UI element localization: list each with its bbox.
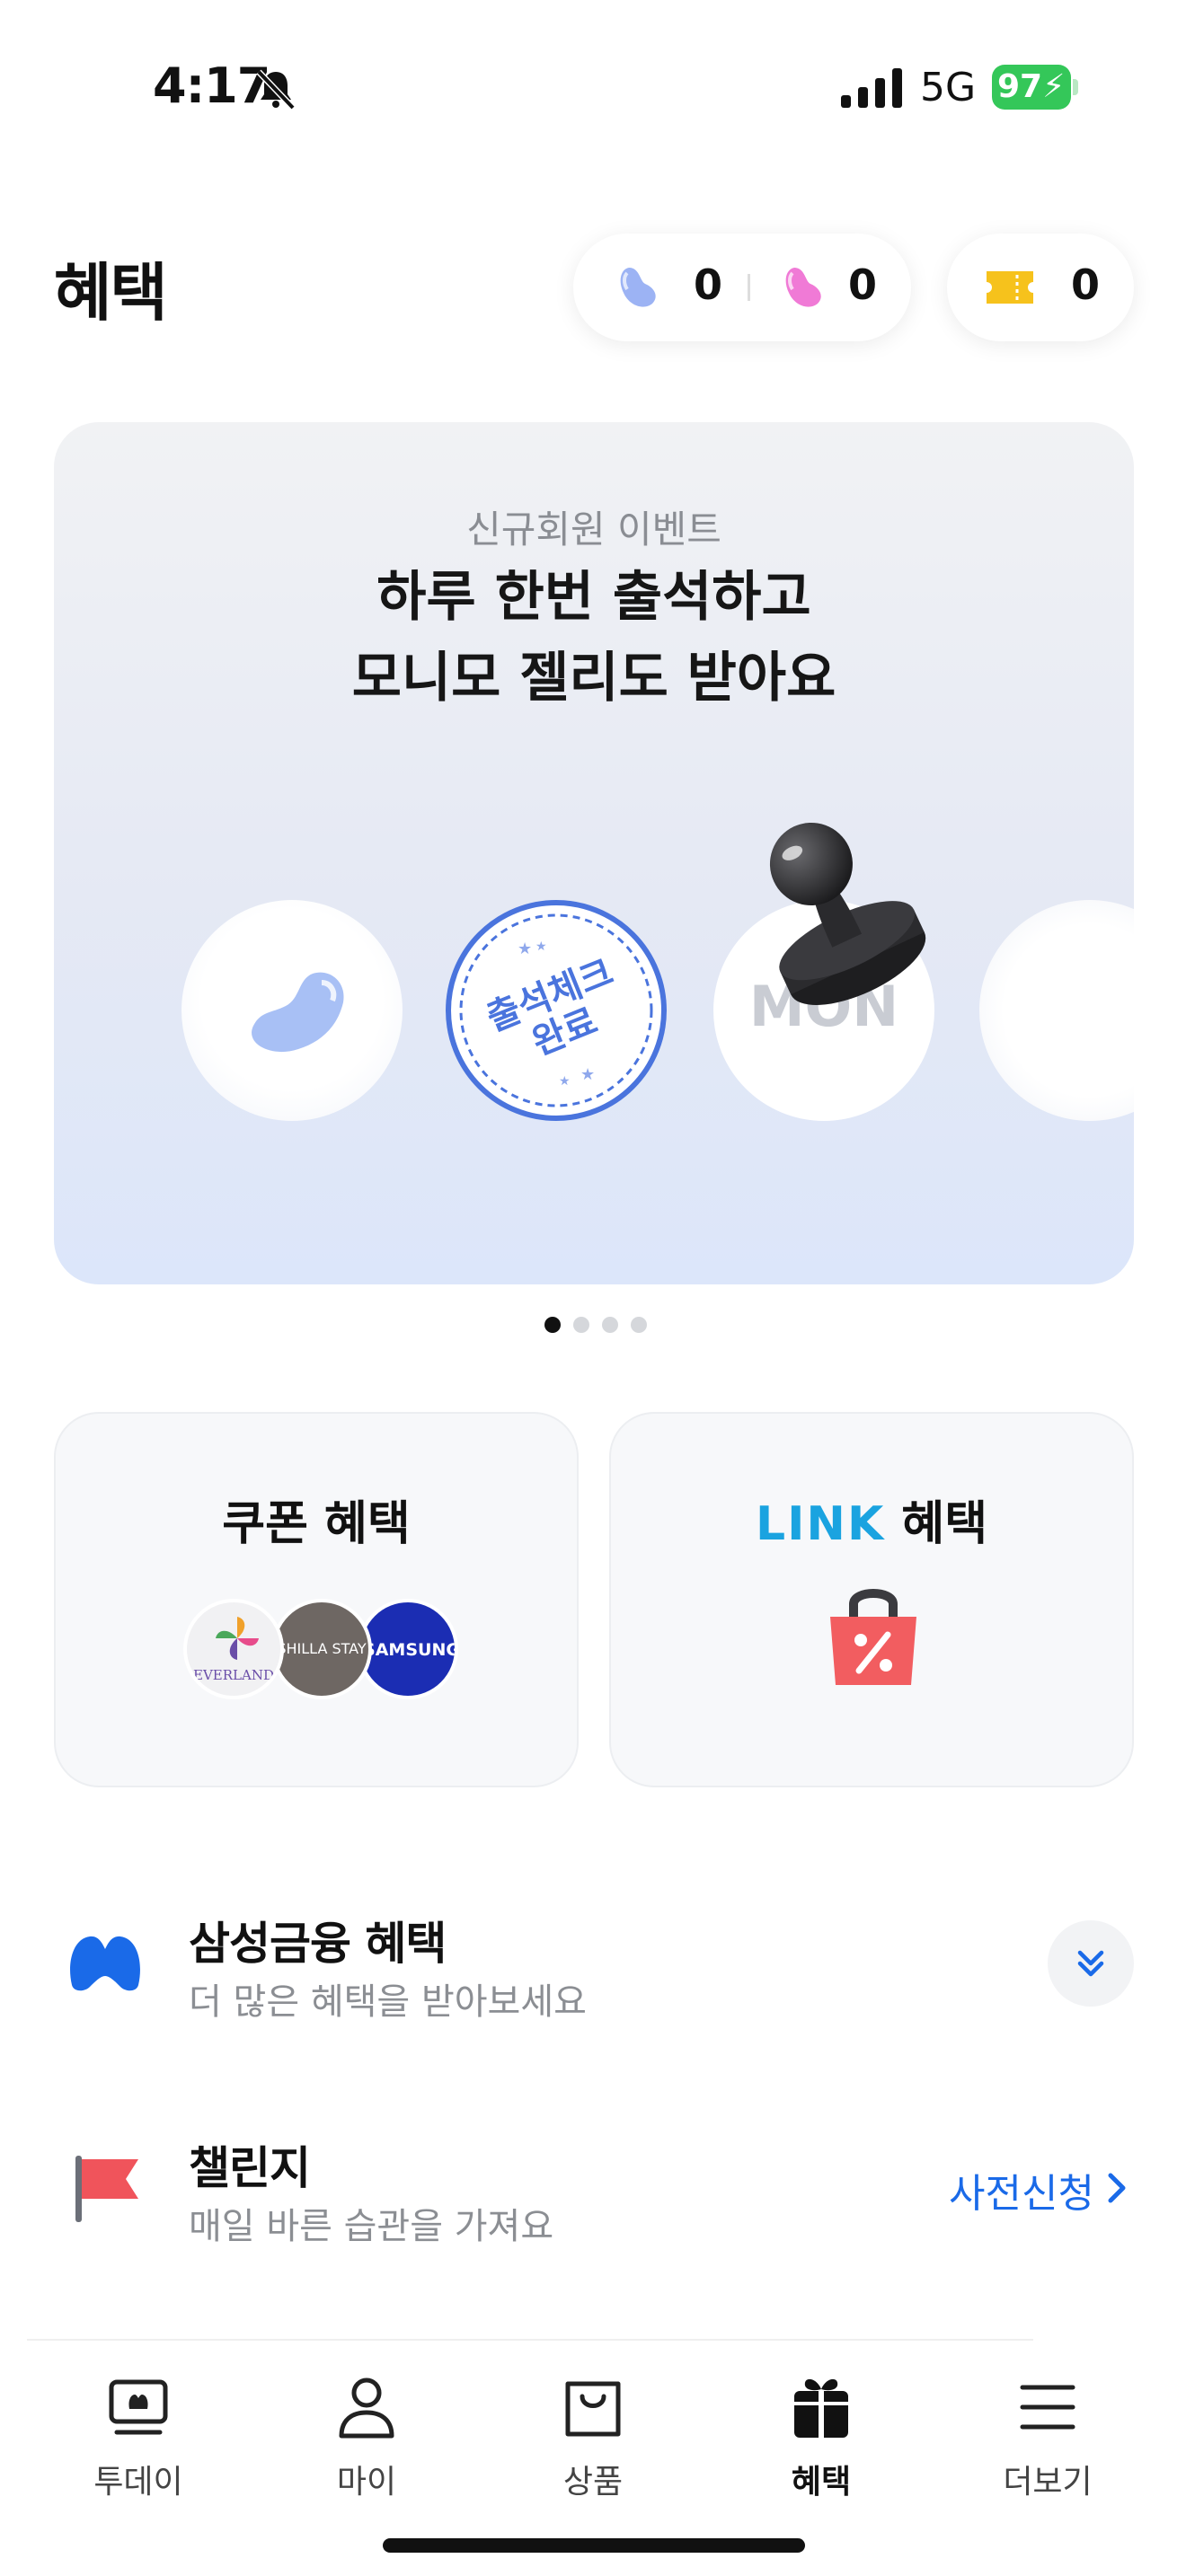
coupon-card-title: 쿠폰 혜택	[222, 1497, 411, 1551]
network-label: 5G	[920, 65, 977, 110]
samsung-row-title: 삼성금융 혜택	[189, 1918, 447, 1970]
gift-icon	[794, 2378, 848, 2438]
svg-text:★: ★	[518, 940, 532, 958]
battery-icon: 97⚡	[992, 65, 1078, 110]
challenge-row[interactable]: 챌린지 매일 바른 습관을 가져요 사전신청	[54, 2120, 1134, 2254]
pill-separator	[748, 274, 750, 301]
banner-title: 하루 한번 출석하고 모니모 젤리도 받아요	[54, 557, 1134, 719]
samsung-logo: SAMSUNG	[358, 1599, 458, 1699]
banner-page-indicator	[544, 1317, 652, 1335]
tab-more-label: 더보기	[1003, 2464, 1093, 2501]
attendance-stamp-mark: ★ ★ ★ ★ 출석체크 완료	[446, 900, 667, 1121]
monimo-logo-icon	[70, 1936, 140, 1991]
stamp-tool-icon	[769, 822, 926, 1005]
page-dot	[602, 1317, 618, 1333]
everland-logo: EVERLAND	[183, 1599, 284, 1699]
banner-title-line2: 모니모 젤리도 받아요	[351, 647, 836, 710]
samsung-finance-benefits-row[interactable]: 삼성금융 혜택 더 많은 혜택을 받아보세요	[54, 1895, 1134, 2030]
everland-logo-text: EVERLAND	[193, 1667, 274, 1683]
pinwheel-icon	[216, 1617, 259, 1660]
double-chevron-down-icon	[1077, 1950, 1104, 1977]
banner-title-line1: 하루 한번 출석하고	[376, 566, 811, 629]
monitor-icon	[109, 2379, 168, 2435]
tabbar-divider	[27, 2339, 1033, 2341]
svg-text:★: ★	[535, 940, 547, 954]
tab-today-label: 투데이	[93, 2464, 183, 2501]
shilla-stay-logo-text: SHILLA STAY	[277, 1640, 367, 1657]
blue-jelly-icon	[620, 268, 656, 307]
day-circle-stamped: ★ ★ ★ ★ 출석체크 완료	[446, 900, 667, 1121]
hamburger-menu-icon	[1020, 2385, 1075, 2430]
tab-benefits[interactable]: 혜택	[740, 2371, 902, 2501]
battery-level: 97	[997, 68, 1043, 105]
tab-my[interactable]: 마이	[286, 2371, 447, 2501]
tab-benefits-label: 혜택	[791, 2464, 852, 2501]
samsung-row-subtitle: 더 많은 혜택을 받아보세요	[189, 1981, 587, 2023]
page-dot	[631, 1317, 647, 1333]
tab-products-label: 상품	[562, 2464, 624, 2501]
tab-more[interactable]: 더보기	[967, 2371, 1128, 2501]
page: 4:17 5G 97⚡ 혜택 0 0 0 신규회원 이벤트 하루 한번 출석하고…	[0, 0, 1186, 2576]
tab-products[interactable]: 상품	[512, 2371, 674, 2501]
tab-today[interactable]: 투데이	[58, 2371, 219, 2501]
page-title: 혜택	[54, 256, 168, 330]
jelly-balance-pill[interactable]: 0 0	[573, 234, 911, 341]
shopping-bag-discount-icon	[830, 1589, 916, 1685]
chevron-right-icon	[1108, 2173, 1126, 2203]
page-dot	[573, 1317, 589, 1333]
expand-button[interactable]	[1048, 1920, 1134, 2007]
flag-icon	[75, 2156, 138, 2222]
challenge-row-title: 챌린지	[189, 2142, 311, 2194]
day-circle-next	[979, 900, 1134, 1121]
bell-off-icon	[256, 69, 296, 110]
jelly-reward-icon	[252, 972, 344, 1053]
status-time: 4:17	[153, 57, 270, 114]
link-logo: LINK	[755, 1497, 886, 1551]
ticket-icon	[987, 271, 1033, 304]
person-icon	[339, 2378, 394, 2439]
shopping-bag-icon	[565, 2381, 621, 2437]
shilla-stay-logo: SHILLA STAY	[271, 1599, 372, 1699]
preorder-link[interactable]: 사전신청	[949, 2161, 1094, 2219]
blue-jelly-count: 0	[694, 260, 723, 309]
ticket-count: 0	[1071, 260, 1101, 309]
link-card-title: LINK 혜택	[611, 1486, 1132, 1553]
pink-jelly-icon	[785, 268, 821, 307]
challenge-row-subtitle: 매일 바른 습관을 가져요	[189, 2206, 554, 2247]
pink-jelly-count: 0	[848, 260, 878, 309]
samsung-logo-text: SAMSUNG	[363, 1640, 458, 1660]
banner-subtitle: 신규회원 이벤트	[466, 507, 721, 551]
page-dot-active	[544, 1317, 561, 1333]
link-benefits-card[interactable]: LINK 혜택	[609, 1412, 1134, 1787]
svg-text:★: ★	[580, 1065, 595, 1084]
link-card-suffix: 혜택	[885, 1497, 988, 1551]
coupon-benefits-card[interactable]: 쿠폰 혜택 EVERLAND SHILLA STAY SAMSUNG	[54, 1412, 579, 1787]
svg-text:★: ★	[559, 1074, 571, 1089]
ticket-balance-pill[interactable]: 0	[947, 234, 1134, 341]
day-circle-jelly	[181, 900, 403, 1121]
signal-icon	[841, 68, 902, 108]
home-indicator[interactable]	[383, 2538, 805, 2553]
attendance-banner[interactable]: 신규회원 이벤트 하루 한번 출석하고 모니모 젤리도 받아요 ★ ★ ★ ★ …	[54, 422, 1134, 1284]
tab-my-label: 마이	[336, 2464, 397, 2501]
